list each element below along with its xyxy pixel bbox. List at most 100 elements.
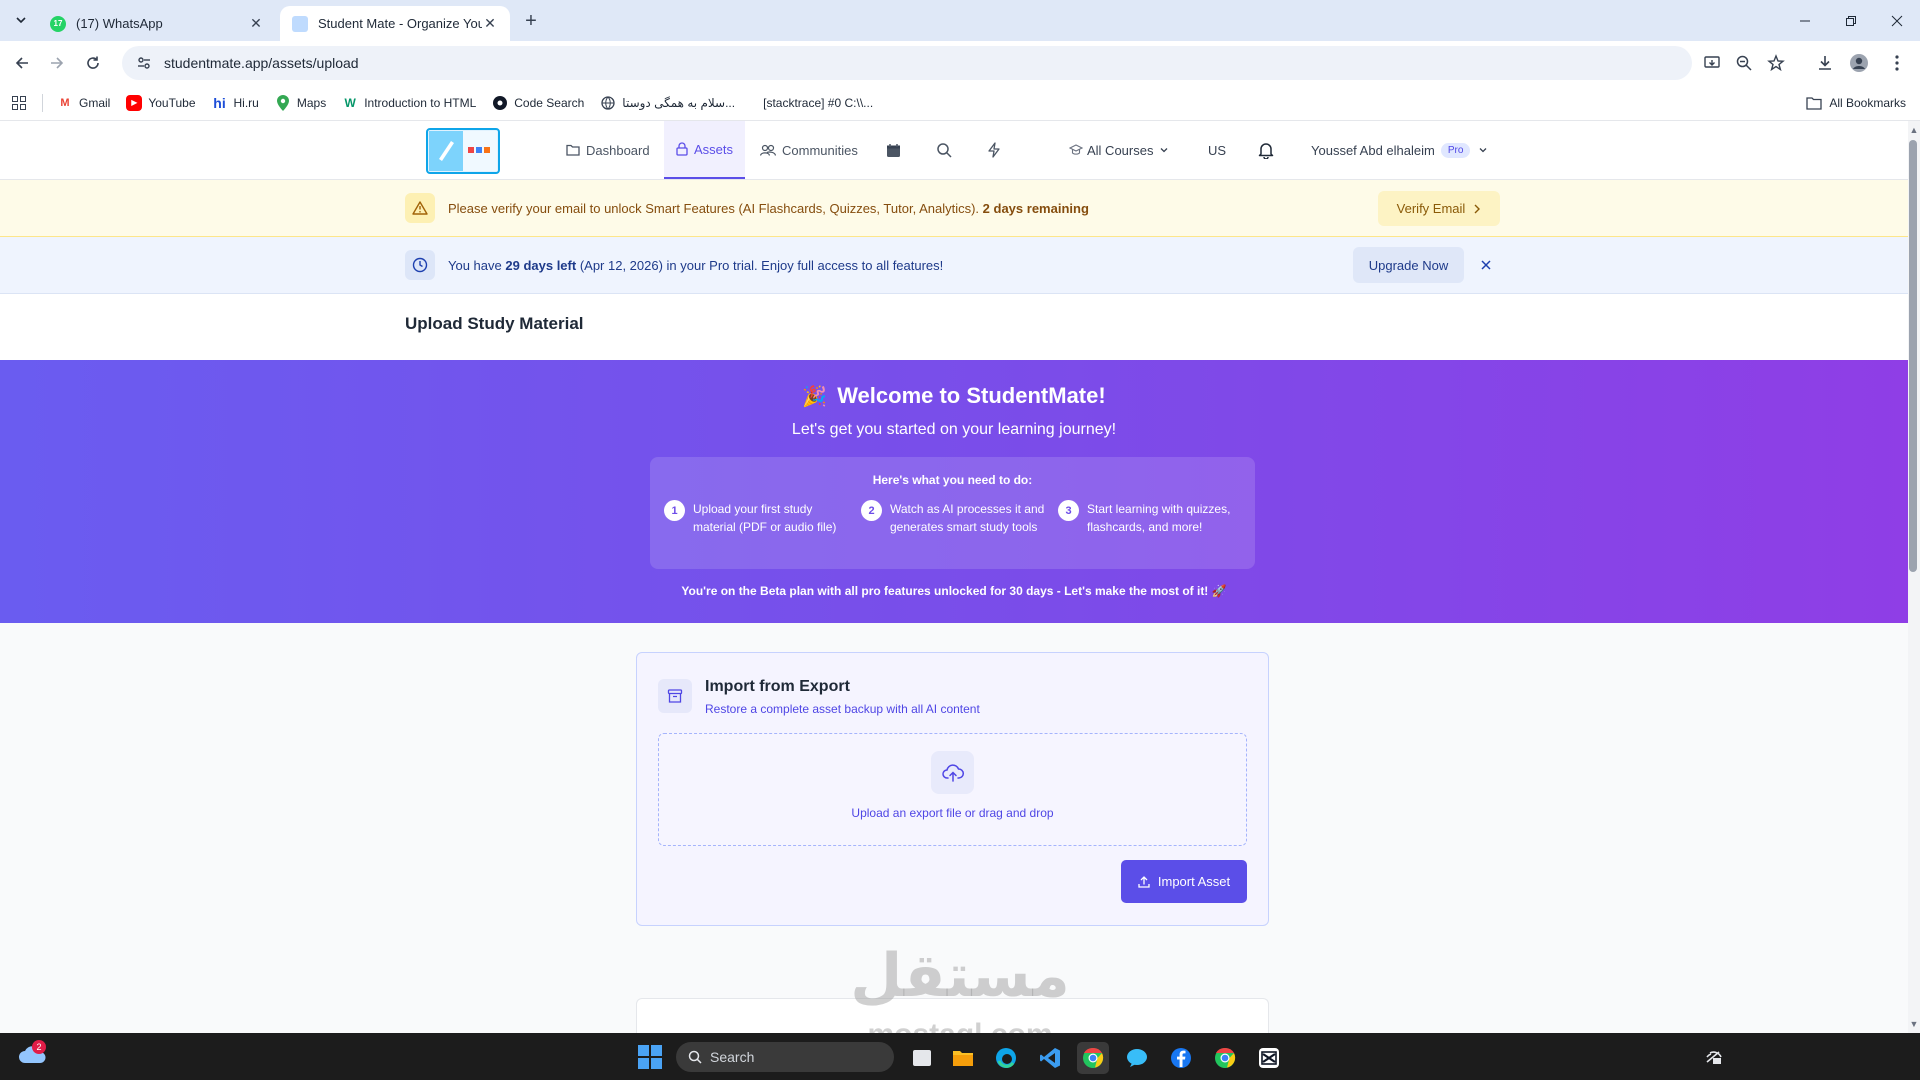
scroll-up-arrow[interactable]: ▲ [1909, 124, 1919, 136]
folder-icon [1806, 97, 1822, 110]
chrome-button[interactable] [1077, 1042, 1109, 1074]
nav-dashboard[interactable]: Dashboard [566, 121, 661, 179]
forward-button[interactable] [44, 50, 70, 76]
nav-assets[interactable]: Assets [664, 121, 745, 179]
restore-button[interactable] [1828, 0, 1874, 41]
maps-icon [275, 94, 291, 111]
calendar-button[interactable] [886, 121, 908, 179]
apps-grid-button[interactable] [12, 95, 26, 110]
bookmark-label: Introduction to HTML [364, 95, 477, 110]
bookmark-arabic[interactable]: سلام به همگی دوستا... [600, 95, 735, 111]
bookmark-maps[interactable]: Maps [275, 94, 326, 111]
close-icon [1481, 260, 1491, 270]
close-icon[interactable]: ✕ [248, 15, 264, 32]
install-app-icon[interactable] [1701, 52, 1723, 74]
bookmark-label: YouTube [148, 95, 196, 110]
chrome-icon [1215, 1047, 1236, 1068]
back-button[interactable] [9, 50, 35, 76]
locale-label: US [1208, 142, 1227, 158]
all-bookmarks-label: All Bookmarks [1829, 96, 1906, 110]
studentmate-logo[interactable] [425, 125, 501, 175]
bookmark-star-icon[interactable] [1765, 52, 1787, 74]
profile-avatar-icon[interactable] [1848, 52, 1870, 74]
onboarding-step: 2 Watch as AI processes it and generates… [861, 500, 1046, 536]
site-settings-icon[interactable] [136, 55, 152, 71]
upgrade-now-button[interactable]: Upgrade Now [1353, 247, 1464, 283]
all-courses-dropdown[interactable]: All Courses [1069, 121, 1169, 179]
step-number: 3 [1058, 500, 1079, 521]
locale-switcher[interactable]: US [1208, 121, 1226, 179]
search-icon [688, 1050, 702, 1064]
browser-menu-icon[interactable] [1886, 52, 1908, 74]
tab-title: Student Mate - Organize Your E [318, 16, 482, 31]
bookmark-youtube[interactable]: ▶ YouTube [126, 94, 196, 111]
youtube-icon: ▶ [126, 94, 143, 111]
step-number: 2 [861, 500, 882, 521]
verify-email-button[interactable]: Verify Email [1378, 191, 1500, 226]
import-asset-label: Import Asset [1157, 874, 1231, 889]
tab-search-button[interactable] [8, 8, 34, 32]
close-icon[interactable]: ✕ [482, 15, 498, 32]
quick-actions-button[interactable] [987, 121, 1005, 179]
cloud-upload-icon [931, 751, 974, 794]
users-icon [760, 144, 776, 156]
new-tab-button[interactable]: + [520, 10, 542, 32]
welcome-subtitle: Let's get you started on your learning j… [791, 421, 1117, 438]
tab-student-mate[interactable]: Student Mate - Organize Your E ✕ [280, 6, 510, 41]
downloads-icon[interactable] [1814, 52, 1836, 74]
windows-icon [638, 1045, 662, 1069]
chevron-down-icon [1479, 148, 1487, 153]
bookmark-label: Hi.ru [233, 95, 259, 110]
notifications-button[interactable] [1258, 121, 1274, 179]
bookmark-intro-html[interactable]: W Introduction to HTML [342, 95, 477, 111]
minimize-button[interactable] [1782, 0, 1828, 41]
folder-icon [566, 144, 580, 156]
facebook-button[interactable] [1165, 1042, 1197, 1074]
bookmark-gmail[interactable]: M Gmail [57, 95, 110, 111]
reload-button[interactable] [80, 50, 106, 76]
warning-icon [405, 193, 435, 223]
import-subtitle: Restore a complete asset backup with all… [705, 702, 980, 716]
edge-button[interactable] [990, 1042, 1022, 1074]
taskbar-search[interactable]: Search [676, 1042, 894, 1072]
all-bookmarks-button[interactable]: All Bookmarks [1806, 85, 1906, 121]
onboarding-step: 3 Start learning with quizzes, flashcard… [1058, 500, 1243, 536]
dismiss-trial-button[interactable] [1475, 254, 1497, 276]
teams-button[interactable] [1121, 1042, 1153, 1074]
scrollbar-thumb[interactable] [1909, 140, 1917, 572]
search-button[interactable] [936, 121, 956, 179]
close-window-button[interactable] [1874, 0, 1920, 41]
arrow-left-icon [15, 57, 28, 69]
trial-days-left: 29 days left [505, 257, 577, 273]
zoom-icon[interactable] [1733, 52, 1755, 74]
user-menu[interactable]: Youssef Abd elhaleim Pro [1311, 121, 1488, 179]
weather-badge: 2 [32, 1040, 46, 1054]
bookmark-hiru[interactable]: hi Hi.ru [212, 95, 259, 111]
taskview-button[interactable] [906, 1042, 938, 1074]
bookmark-label: Gmail [79, 95, 111, 110]
import-asset-button[interactable]: Import Asset [1121, 860, 1247, 903]
url-text: studentmate.app/assets/upload [164, 55, 359, 71]
trial-banner-text: You have 29 days left (Apr 12, 2026) in … [448, 250, 943, 280]
w3-icon: W [344, 95, 356, 110]
scroll-down-arrow[interactable]: ▼ [1909, 1018, 1919, 1030]
plan-badge: Pro [1440, 142, 1471, 158]
restore-icon [1846, 15, 1856, 26]
vscode-button[interactable] [1034, 1042, 1066, 1074]
bookmark-stacktrace[interactable]: [stacktrace] #0 C:\\... [763, 96, 873, 110]
lightning-icon [988, 142, 1000, 158]
tab-whatsapp[interactable]: 17 (17) WhatsApp ✕ [38, 6, 276, 41]
file-explorer-button[interactable] [947, 1042, 979, 1074]
apps-grid-icon [12, 95, 26, 110]
verify-days-remaining: 2 days remaining [982, 200, 1089, 216]
address-bar[interactable]: studentmate.app/assets/upload [122, 46, 1692, 80]
nav-communities[interactable]: Communities [760, 121, 870, 179]
bookmark-code-search[interactable]: Code Search [492, 95, 584, 111]
capcut-button[interactable] [1253, 1042, 1285, 1074]
start-button[interactable] [638, 1045, 662, 1069]
whatsapp-icon: 17 [50, 15, 66, 32]
network-icon[interactable] [1703, 1046, 1725, 1068]
chrome-profile-button[interactable] [1209, 1042, 1241, 1074]
close-icon [1891, 15, 1903, 26]
arrow-right-icon [51, 57, 64, 69]
